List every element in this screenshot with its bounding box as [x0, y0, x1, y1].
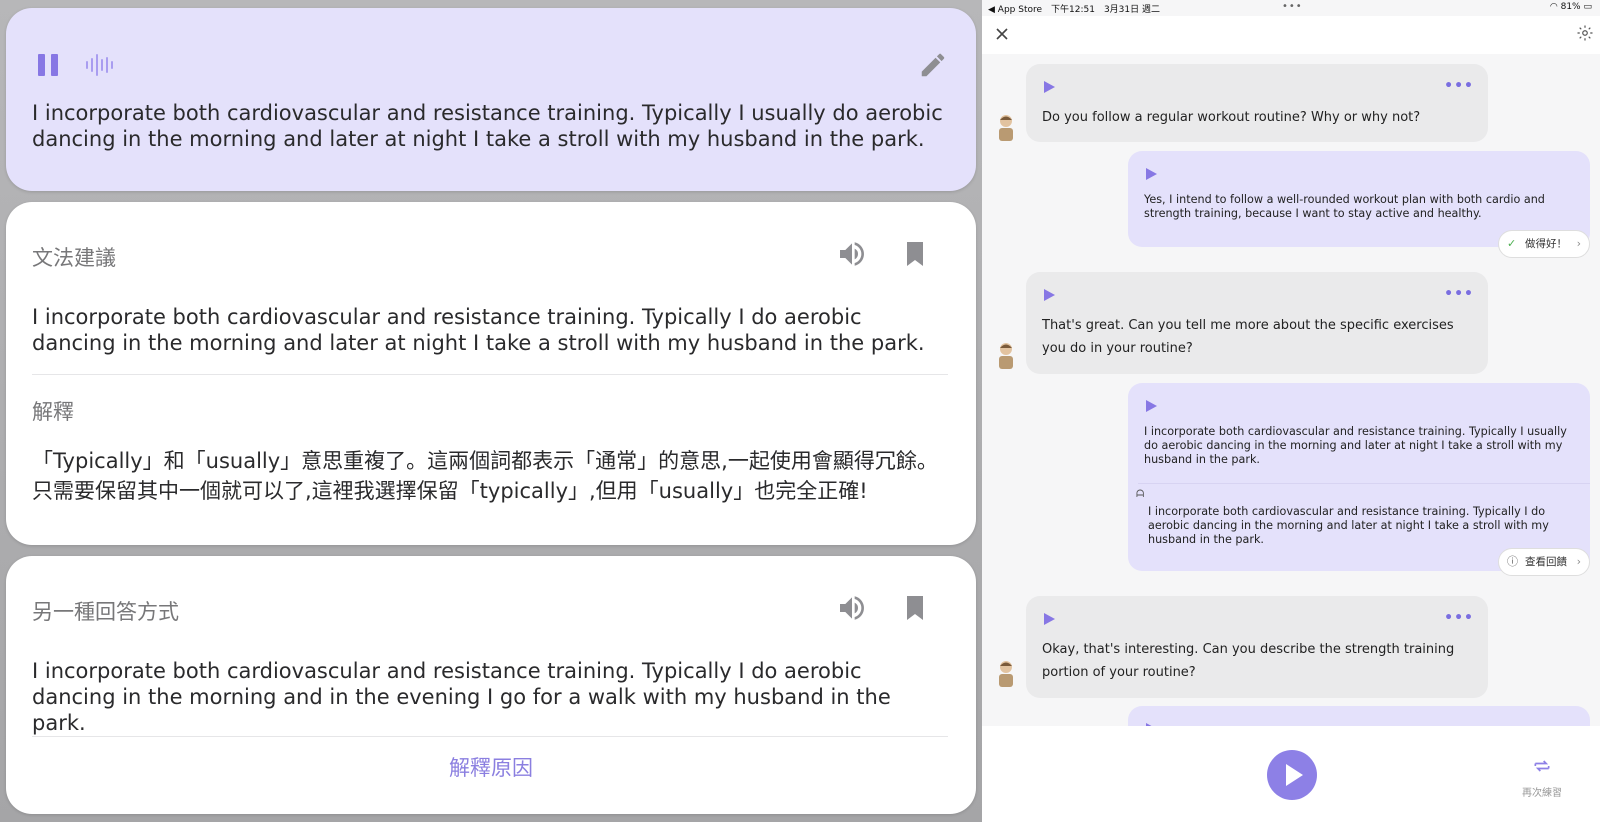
speaker-button[interactable] [836, 592, 868, 624]
correction-icon: ᗩ [1136, 489, 1145, 500]
repeat-icon [1534, 760, 1550, 772]
more-options-icon[interactable]: ••• [1444, 286, 1474, 302]
explanation-text: 「Typically」和「usually」意思重複了。這兩個詞都表示「通常」的意… [32, 449, 938, 503]
bookmark-icon [907, 242, 923, 266]
close-button[interactable] [992, 24, 1012, 44]
play-icon [1286, 764, 1303, 786]
bottom-bar: 再次練習 [982, 726, 1600, 822]
speaker-icon [840, 596, 864, 620]
badge-label: 做得好！ [1525, 238, 1567, 250]
divider [32, 736, 948, 737]
more-options-icon[interactable]: ••• [1444, 78, 1474, 94]
bookmark-button[interactable] [899, 592, 931, 624]
corrected-text: I incorporate both cardiovascular and re… [32, 305, 925, 355]
feedback-panel: I incorporate both cardiovascular and re… [0, 0, 982, 822]
tutor-message: ••• Okay, that's interesting. Can you de… [1026, 596, 1488, 698]
grammar-suggestion-card: 文法建議 I incorporate both cardiovascular a… [6, 202, 976, 545]
well-done-badge[interactable]: ✓ 做得好！ › [1498, 230, 1590, 258]
more-options-icon[interactable]: ••• [1444, 610, 1474, 626]
speaker-icon [840, 242, 864, 266]
status-bar: ◀ App Store 下午12:51 3月31日 週二 ••• ◠ 81% ▭ [982, 0, 1600, 16]
bookmark-button[interactable] [899, 238, 931, 270]
chevron-right-icon: › [1576, 238, 1581, 250]
close-icon [996, 28, 1008, 40]
bookmark-icon [907, 596, 923, 620]
message-text: Yes, I intend to follow a well-rounded w… [1144, 193, 1545, 220]
waveform-icon [86, 54, 114, 76]
settings-button[interactable] [1576, 24, 1596, 44]
user-message: I incorporate both cardiovascular and re… [1128, 383, 1590, 571]
tutor-avatar [994, 658, 1018, 688]
message-text: Do you follow a regular workout routine?… [1042, 110, 1421, 125]
alternative-text: I incorporate both cardiovascular and re… [32, 659, 891, 735]
status-left: ◀ App Store 下午12:51 3月31日 週二 [988, 5, 1160, 15]
pencil-icon [921, 53, 945, 77]
top-bar [982, 16, 1600, 54]
view-feedback-badge[interactable]: ⓘ 查看回饋 › [1498, 548, 1590, 576]
message-text: That's great. Can you tell me more about… [1042, 318, 1454, 356]
corrected-message-text: I incorporate both cardiovascular and re… [1148, 505, 1549, 546]
chevron-right-icon: › [1576, 556, 1581, 568]
gear-icon [1577, 25, 1593, 41]
conversation-panel: ◀ App Store 下午12:51 3月31日 週二 ••• ◠ 81% ▭ [982, 0, 1600, 822]
alternative-title: 另一種回答方式 [32, 600, 179, 624]
tutor-avatar [994, 340, 1018, 370]
battery-percent: 81% [1560, 2, 1581, 12]
user-answer-text: I incorporate both cardiovascular and re… [32, 101, 943, 151]
user-message [1128, 706, 1590, 726]
explanation-title: 解釋 [32, 400, 74, 424]
wifi-icon: ◠ [1549, 2, 1558, 12]
check-icon: ✓ [1507, 237, 1517, 250]
message-text: I incorporate both cardiovascular and re… [1144, 425, 1567, 466]
battery-icon: ▭ [1583, 2, 1592, 12]
divider [32, 374, 948, 375]
battery-status: ◠ 81% ▭ [1550, 2, 1592, 12]
play-message-icon[interactable] [1144, 167, 1158, 181]
play-message-icon[interactable] [1144, 399, 1158, 413]
edit-button[interactable] [918, 50, 948, 80]
speaker-button[interactable] [836, 238, 868, 270]
user-answer-card: I incorporate both cardiovascular and re… [6, 8, 976, 191]
play-button[interactable] [1267, 750, 1317, 800]
pause-button[interactable] [38, 54, 60, 76]
message-text: Okay, that's interesting. Can you descri… [1042, 642, 1455, 680]
chat-area[interactable]: ••• Do you follow a regular workout rout… [982, 54, 1600, 726]
multitask-dots-icon[interactable]: ••• [1282, 1, 1303, 12]
explain-reason-link[interactable]: 解釋原因 [6, 752, 976, 782]
practice-again-label: 再次練習 [1522, 788, 1562, 799]
divider [1138, 483, 1590, 484]
tutor-message: ••• That's great. Can you tell me more a… [1026, 272, 1488, 374]
practice-again-button[interactable]: 再次練習 [1514, 756, 1570, 799]
grammar-title: 文法建議 [32, 246, 116, 270]
tutor-message: ••• Do you follow a regular workout rout… [1026, 64, 1488, 142]
play-message-icon[interactable] [1042, 612, 1056, 626]
info-icon: ⓘ [1507, 555, 1518, 568]
alternative-answer-card: 另一種回答方式 I incorporate both cardiovascula… [6, 556, 976, 814]
play-message-icon[interactable] [1042, 80, 1056, 94]
tutor-avatar [994, 112, 1018, 142]
play-message-icon[interactable] [1042, 288, 1056, 302]
badge-label: 查看回饋 [1525, 556, 1567, 568]
